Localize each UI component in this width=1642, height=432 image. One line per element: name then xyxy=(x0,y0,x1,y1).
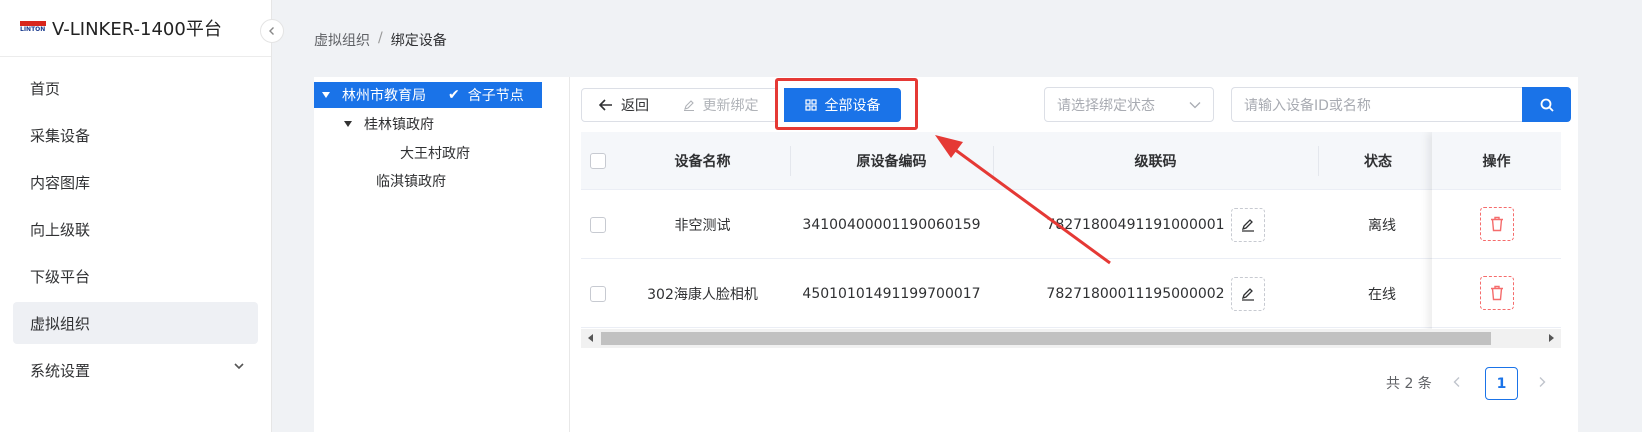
devices-table: 设备名称 原设备编码 级联码 状态 非空测试 34100400001190060… xyxy=(581,132,1561,348)
table-header: 设备名称 原设备编码 级联码 状态 xyxy=(581,132,1561,190)
sidebar-item-home[interactable]: 首页 xyxy=(13,67,258,109)
search-icon xyxy=(1540,98,1554,112)
sidebar-item-content-gallery[interactable]: 内容图库 xyxy=(13,161,258,203)
breadcrumb-separator: / xyxy=(378,30,383,46)
sidebar-item-collect-devices[interactable]: 采集设备 xyxy=(13,114,258,156)
sidebar-item-virtual-org[interactable]: 虚拟组织 xyxy=(13,302,258,344)
edit-icon xyxy=(1241,287,1254,301)
cell-original-code: 45010101491199700017 xyxy=(802,285,981,302)
delete-button[interactable] xyxy=(1479,207,1514,241)
grid-icon xyxy=(804,99,817,111)
chevron-left-icon xyxy=(269,27,274,35)
scroll-right-icon[interactable] xyxy=(1549,334,1554,342)
arrow-left-icon xyxy=(599,99,613,111)
tree-node-dawang[interactable]: 大王村政府 xyxy=(400,140,470,166)
caret-down-icon xyxy=(344,121,352,127)
tree-node-linqi[interactable]: 临淇镇政府 xyxy=(376,168,446,194)
sidebar-item-lower-platform[interactable]: 下级平台 xyxy=(13,255,258,297)
search-input[interactable]: 请输入设备ID或名称 xyxy=(1231,87,1523,122)
caret-down-icon xyxy=(322,92,330,98)
include-children-label[interactable]: 含子节点 xyxy=(468,85,524,105)
chevron-right-icon xyxy=(1539,377,1546,387)
sidebar-item-system-settings[interactable]: 系统设置 xyxy=(13,349,258,391)
tree-node-root[interactable]: 林州市教育局 ✔ 含子节点 xyxy=(314,82,542,108)
app-title: V-LINKER-1400平台 xyxy=(52,19,222,40)
sidebar-menu: 首页 采集设备 内容图库 向上级联 下级平台 虚拟组织 系统设置 xyxy=(0,57,271,391)
check-icon: ✔ xyxy=(448,87,460,103)
page-number-current[interactable]: 1 xyxy=(1485,367,1518,400)
header-status: 状态 xyxy=(1364,154,1392,170)
scroll-thumb[interactable] xyxy=(601,332,1491,345)
header-device-name: 设备名称 xyxy=(674,154,731,170)
chevron-down-icon xyxy=(234,363,244,370)
edit-cascade-code-button[interactable] xyxy=(1230,207,1265,242)
chevron-down-icon xyxy=(1189,102,1201,109)
trash-icon xyxy=(1490,285,1503,301)
tree-node-guilin[interactable]: 桂林镇政府 xyxy=(344,111,434,137)
back-button[interactable]: 返回 xyxy=(581,88,667,122)
row-checkbox[interactable] xyxy=(590,216,606,233)
breadcrumb-current: 绑定设备 xyxy=(390,33,447,49)
bind-status-select[interactable]: 请选择绑定状态 xyxy=(1044,87,1214,122)
brand-logo: LINTON xyxy=(20,21,46,35)
table-row: 非空测试 34100400001190060159 78271800491191… xyxy=(581,190,1561,259)
header-cascade-code: 级联码 xyxy=(1134,154,1177,170)
breadcrumb-parent[interactable]: 虚拟组织 xyxy=(314,30,370,50)
trash-icon xyxy=(1490,216,1503,232)
row-checkbox[interactable] xyxy=(590,285,606,302)
update-binding-button[interactable]: 更新绑定 xyxy=(666,88,776,122)
delete-button[interactable] xyxy=(1479,276,1514,310)
cell-original-code: 34100400001190060159 xyxy=(802,216,981,233)
edit-icon xyxy=(1241,218,1254,232)
cell-status: 离线 xyxy=(1368,217,1396,234)
cell-cascade-code: 78271800011195000002 xyxy=(993,259,1318,328)
header-actions: 操作 xyxy=(1432,132,1561,190)
edit-cascade-code-button[interactable] xyxy=(1230,276,1265,311)
cell-cascade-code: 78271800491191000001 xyxy=(993,190,1318,259)
edit-icon xyxy=(683,99,695,111)
horizontal-scrollbar[interactable] xyxy=(581,329,1561,348)
actions-column: 操作 xyxy=(1432,132,1561,332)
pagination-total: 共 2 条 xyxy=(1386,376,1432,392)
scroll-left-icon[interactable] xyxy=(588,334,593,342)
sidebar-collapse-button[interactable] xyxy=(260,19,284,43)
breadcrumb: 虚拟组织 / 绑定设备 xyxy=(314,30,447,50)
org-tree: 林州市教育局 ✔ 含子节点 桂林镇政府 大王村政府 临淇镇政府 xyxy=(314,77,570,432)
cell-device-name: 302海康人脸相机 xyxy=(647,286,758,303)
header-original-code: 原设备编码 xyxy=(856,154,927,170)
chevron-left-icon xyxy=(1453,377,1460,387)
prev-page-button[interactable] xyxy=(1452,376,1466,392)
table-row: 302海康人脸相机 45010101491199700017 782718000… xyxy=(581,259,1561,328)
select-all-checkbox[interactable] xyxy=(590,153,606,169)
sidebar: LINTON V-LINKER-1400平台 首页 采集设备 内容图库 向上级联… xyxy=(0,0,272,432)
cell-device-name: 非空测试 xyxy=(674,217,731,234)
all-devices-button[interactable]: 全部设备 xyxy=(784,88,901,122)
search-button[interactable] xyxy=(1522,87,1571,122)
cell-status: 在线 xyxy=(1368,286,1396,303)
next-page-button[interactable] xyxy=(1537,376,1551,392)
sidebar-item-upper-cascade[interactable]: 向上级联 xyxy=(13,208,258,250)
brand: LINTON V-LINKER-1400平台 xyxy=(0,0,271,57)
